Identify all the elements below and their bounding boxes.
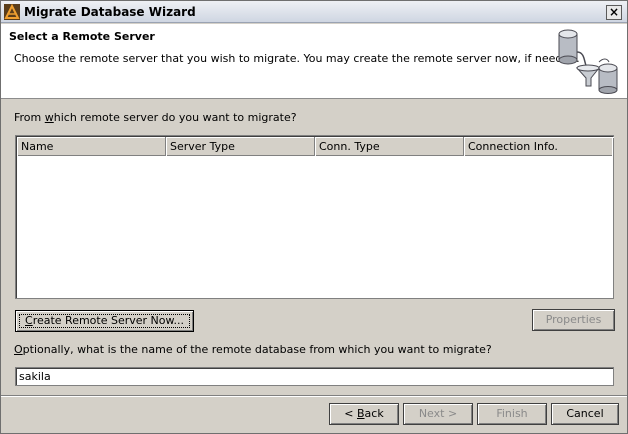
server-question-label: From which remote server do you want to …	[14, 111, 297, 124]
window-title: Migrate Database Wizard	[24, 5, 196, 19]
page-title: Select a Remote Server	[9, 30, 155, 43]
back-button-label: ack	[364, 407, 384, 420]
focus-indicator	[19, 314, 190, 328]
wizard-header: Select a Remote Server Choose the remote…	[1, 24, 627, 99]
database-label-text: ptionally, what is the name of the remot…	[22, 343, 492, 356]
question-mnemonic: w	[44, 111, 54, 124]
properties-button[interactable]: Properties	[532, 309, 615, 331]
back-button-prefix: <	[344, 407, 357, 420]
cancel-button[interactable]: Cancel	[551, 403, 619, 425]
question-text-rest: hich remote server do you want to migrat…	[53, 111, 297, 124]
title-bar[interactable]: Migrate Database Wizard ×	[1, 1, 627, 23]
table-header: Name Server Type Conn. Type Connection I…	[17, 137, 612, 156]
wizard-window: Migrate Database Wizard × Select a Remot…	[0, 0, 628, 434]
finish-button[interactable]: Finish	[477, 403, 547, 425]
column-header-conn-type[interactable]: Conn. Type	[315, 137, 464, 156]
database-name-input[interactable]: sakila	[15, 367, 614, 386]
footer-divider	[1, 395, 627, 397]
column-header-connection-info[interactable]: Connection Info.	[464, 137, 614, 156]
back-button-mnemonic: B	[357, 407, 365, 420]
database-name-label: Optionally, what is the name of the remo…	[14, 343, 492, 356]
back-button[interactable]: < Back	[329, 403, 399, 425]
app-logo-icon	[4, 4, 20, 20]
remote-server-table[interactable]: Name Server Type Conn. Type Connection I…	[15, 135, 614, 299]
page-description: Choose the remote server that you wish t…	[14, 52, 580, 65]
next-button[interactable]: Next >	[403, 403, 473, 425]
question-text: From	[14, 111, 45, 124]
create-remote-server-button[interactable]: Create Remote Server Now...	[15, 310, 194, 332]
column-header-server-type[interactable]: Server Type	[166, 137, 315, 156]
database-label-mnemonic: O	[14, 343, 23, 356]
database-migrate-icon	[558, 29, 618, 94]
close-icon: ×	[608, 5, 620, 19]
close-button[interactable]: ×	[606, 5, 622, 20]
column-header-name[interactable]: Name	[17, 137, 166, 156]
